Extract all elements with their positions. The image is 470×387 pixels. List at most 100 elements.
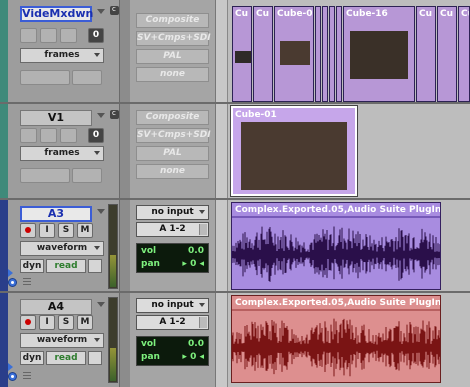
chevron-down-icon bbox=[94, 338, 100, 342]
track-view-label: frames bbox=[44, 50, 80, 60]
pan-label: pan bbox=[141, 352, 160, 362]
vol-value[interactable]: 0.0 bbox=[188, 245, 204, 258]
automation-mode-selector[interactable]: read bbox=[46, 351, 86, 365]
track-name-field[interactable]: A4 bbox=[20, 299, 92, 315]
video-clip[interactable] bbox=[315, 6, 321, 102]
track-name-field[interactable]: A3 bbox=[20, 206, 92, 222]
video-clip[interactable] bbox=[322, 6, 328, 102]
empty-button-slot bbox=[60, 28, 77, 43]
edit-lane[interactable]: Cube-01 bbox=[228, 104, 470, 200]
record-enable-button[interactable] bbox=[20, 315, 36, 330]
playlist-icon[interactable] bbox=[21, 278, 35, 288]
track-options-icon[interactable] bbox=[110, 109, 119, 119]
empty-button-slot bbox=[72, 168, 102, 183]
output-selector[interactable]: A 1-2 bbox=[136, 222, 209, 237]
video-format-selector[interactable]: SV+Cmps+SDI bbox=[136, 128, 211, 143]
video-standard-selector[interactable]: PAL bbox=[136, 146, 209, 161]
audio-waveform bbox=[232, 226, 440, 282]
playlist-icon[interactable] bbox=[21, 372, 35, 382]
solo-button[interactable]: S bbox=[58, 315, 74, 330]
video-clip[interactable]: Cu bbox=[232, 6, 252, 102]
pan-value[interactable]: ▸ 0 ◂ bbox=[182, 258, 204, 271]
input-selector[interactable]: no input bbox=[136, 205, 209, 220]
video-clip[interactable] bbox=[336, 6, 342, 102]
vol-pan-display[interactable]: vol 0.0 pan ▸ 0 ◂ bbox=[136, 336, 209, 366]
voice-icon[interactable] bbox=[8, 278, 17, 287]
video-output-selector[interactable]: none bbox=[136, 164, 209, 179]
edit-divider bbox=[216, 104, 228, 200]
clip-label: Cu bbox=[440, 9, 454, 19]
track-view-label: frames bbox=[44, 148, 80, 158]
mute-button[interactable]: M bbox=[77, 315, 93, 330]
track-options-icon[interactable] bbox=[110, 5, 119, 15]
record-enable-button[interactable] bbox=[20, 223, 36, 238]
chevron-down-icon bbox=[94, 53, 100, 57]
video-clip[interactable]: Cube-16 bbox=[343, 6, 415, 102]
video-clip[interactable]: Cube-0 bbox=[274, 6, 314, 102]
video-input-selector[interactable]: Composite bbox=[136, 110, 209, 125]
edit-lane[interactable]: Complex.Exported.05,Audio Suite PlugIn E… bbox=[228, 200, 470, 293]
clip-label: Complex.Exported.05,Audio Suite PlugIn E… bbox=[235, 298, 441, 308]
mute-button[interactable]: M bbox=[77, 223, 93, 238]
clip-name-bar bbox=[232, 216, 440, 218]
expand-triangle-icon[interactable] bbox=[8, 269, 13, 277]
track-menu-arrow[interactable] bbox=[96, 206, 106, 216]
meter-gap bbox=[120, 200, 130, 293]
empty-button-slot bbox=[20, 168, 70, 183]
online-toggle-button[interactable]: 0 bbox=[88, 28, 104, 43]
track-view-selector[interactable]: frames bbox=[20, 146, 104, 161]
vol-value[interactable]: 0.0 bbox=[188, 338, 204, 351]
edit-lane[interactable]: Complex.Exported.05,Audio Suite PlugIn E… bbox=[228, 293, 470, 387]
track-menu-arrow[interactable] bbox=[96, 6, 106, 16]
dyn-button[interactable]: dyn bbox=[20, 351, 44, 365]
level-meter bbox=[108, 204, 118, 289]
track-view-selector[interactable]: waveform bbox=[20, 241, 104, 256]
solo-button[interactable]: S bbox=[58, 223, 74, 238]
video-track-v1: V1 0 frames Composite SV+Cmps+SDI PAL no… bbox=[0, 104, 470, 200]
video-clip[interactable]: Cu bbox=[416, 6, 436, 102]
video-format-selector[interactable]: SV+Cmps+SDI bbox=[136, 31, 211, 46]
video-clip[interactable]: Cu bbox=[253, 6, 273, 102]
clip-label: Cube-16 bbox=[346, 9, 388, 19]
pan-value[interactable]: ▸ 0 ◂ bbox=[182, 351, 204, 364]
empty-button-slot bbox=[40, 128, 57, 143]
track-color-stripe bbox=[0, 293, 8, 387]
automation-mode-arrow[interactable] bbox=[88, 351, 102, 365]
chevron-down-icon bbox=[94, 151, 100, 155]
output-stepper[interactable] bbox=[199, 317, 207, 328]
output-stepper[interactable] bbox=[199, 224, 207, 235]
track-name-field[interactable]: VideMxdwn bbox=[20, 6, 93, 22]
clip-label: Cube-0 bbox=[277, 9, 313, 19]
meter-gap bbox=[120, 293, 130, 387]
input-monitor-button[interactable]: I bbox=[39, 223, 55, 238]
track-name-field[interactable]: V1 bbox=[20, 110, 92, 126]
meter-gap bbox=[120, 104, 130, 200]
video-clip[interactable]: Cube bbox=[458, 6, 470, 102]
audio-clip[interactable]: Complex.Exported.05,Audio Suite PlugIn E… bbox=[231, 295, 441, 383]
track-menu-arrow[interactable] bbox=[96, 299, 106, 309]
edit-divider bbox=[216, 293, 228, 387]
video-clip[interactable] bbox=[329, 6, 335, 102]
online-toggle-button[interactable]: 0 bbox=[88, 128, 104, 143]
track-view-label: waveform bbox=[36, 243, 88, 253]
chevron-down-icon bbox=[94, 246, 100, 250]
vol-pan-display[interactable]: vol 0.0 pan ▸ 0 ◂ bbox=[136, 243, 209, 273]
input-selector[interactable]: no input bbox=[136, 298, 209, 313]
video-input-selector[interactable]: Composite bbox=[136, 13, 209, 28]
selected-video-clip[interactable]: Cube-01 bbox=[230, 105, 358, 197]
video-clip[interactable]: Cu bbox=[437, 6, 457, 102]
output-selector[interactable]: A 1-2 bbox=[136, 315, 209, 330]
audio-clip[interactable]: Complex.Exported.05,Audio Suite PlugIn E… bbox=[231, 202, 441, 290]
video-output-selector[interactable]: none bbox=[136, 67, 209, 82]
track-menu-arrow[interactable] bbox=[96, 110, 106, 120]
video-standard-selector[interactable]: PAL bbox=[136, 49, 209, 64]
track-view-selector[interactable]: waveform bbox=[20, 333, 104, 348]
track-view-selector[interactable]: frames bbox=[20, 48, 104, 63]
voice-icon[interactable] bbox=[8, 372, 17, 381]
automation-mode-selector[interactable]: read bbox=[46, 259, 86, 273]
input-monitor-button[interactable]: I bbox=[39, 315, 55, 330]
dyn-button[interactable]: dyn bbox=[20, 259, 44, 273]
automation-mode-arrow[interactable] bbox=[88, 259, 102, 273]
expand-triangle-icon[interactable] bbox=[8, 363, 13, 371]
edit-lane[interactable]: Cu Cu Cube-0 Cube-16 Cu Cu Cube bbox=[228, 0, 470, 104]
